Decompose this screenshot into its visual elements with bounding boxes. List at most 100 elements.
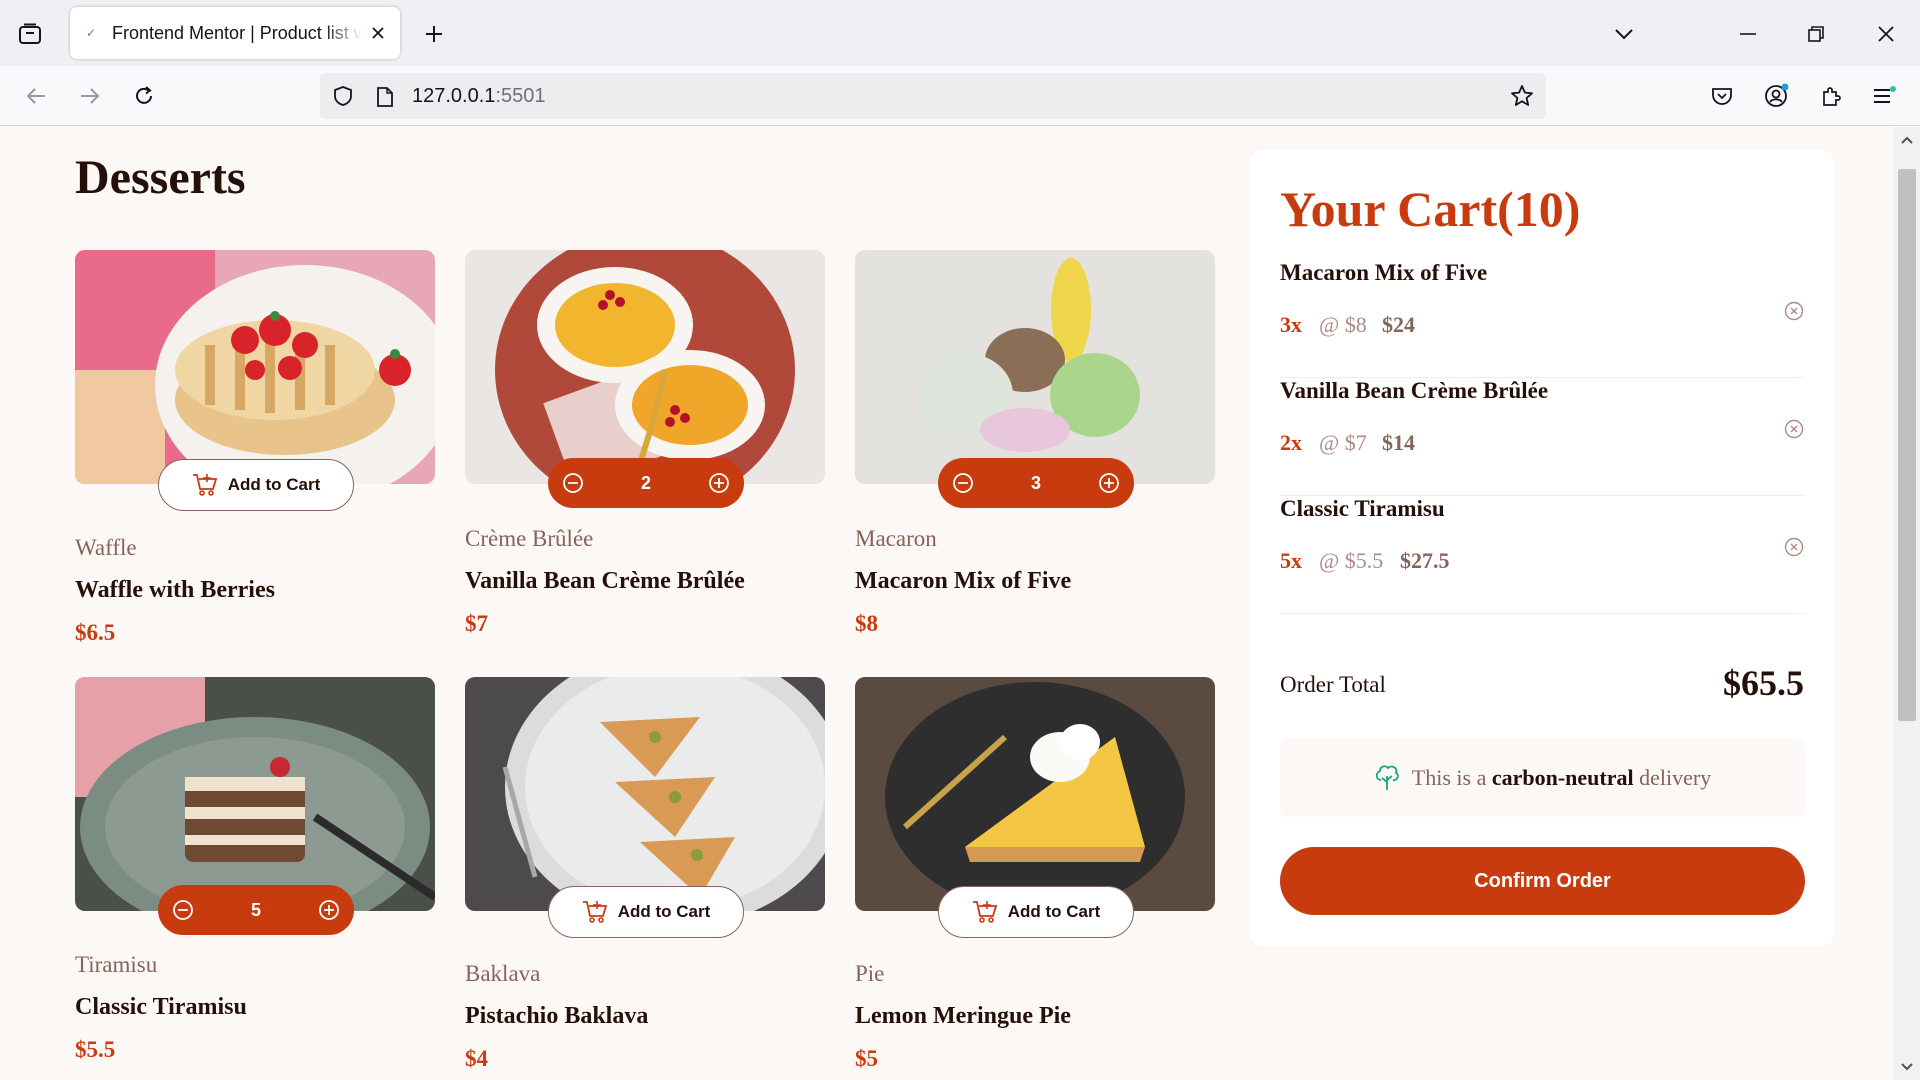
product-category: Macaron	[855, 526, 937, 551]
plus-circle-icon	[1099, 473, 1119, 493]
add-to-cart-button[interactable]: Add to Cart	[158, 459, 354, 511]
product-name: Lemon Meringue Pie	[855, 1003, 1071, 1029]
url-host: 127.0.0.1	[412, 85, 496, 107]
account-button[interactable]	[1761, 80, 1793, 112]
tab-close-button[interactable]	[368, 23, 388, 43]
add-to-cart-icon	[582, 901, 607, 923]
quantity-value: 5	[250, 899, 261, 920]
list-all-tabs-button[interactable]	[1608, 18, 1640, 50]
remove-item-icon	[1784, 301, 1804, 321]
scroll-down-button[interactable]	[1894, 1054, 1920, 1080]
increment-button[interactable]	[707, 471, 731, 495]
product-image-waffle	[75, 250, 435, 484]
hamburger-menu-icon	[1874, 86, 1896, 103]
browser-tab-active[interactable]: ✓ Frontend Mentor | Product list with ca…	[70, 7, 400, 59]
page-title: Desserts	[75, 151, 246, 204]
add-to-cart-label: Add to Cart	[227, 475, 321, 494]
product-card-waffle: Add to Cart Waffle Waffle with Berries $…	[75, 250, 435, 645]
back-button[interactable]	[20, 80, 52, 112]
decrement-button[interactable]	[951, 471, 975, 495]
cart-panel: Your Cart(10) Macaron Mix of Five 3x @ $…	[1250, 150, 1834, 946]
increment-button[interactable]	[317, 898, 341, 922]
forward-button[interactable]	[74, 80, 106, 112]
restore-window-button[interactable]	[1800, 18, 1832, 50]
cart-item-quantity: 5x	[1280, 548, 1302, 573]
increment-button[interactable]	[1097, 471, 1121, 495]
order-total-label: Order Total	[1280, 672, 1386, 697]
page-scrollbar[interactable]	[1894, 127, 1920, 1080]
product-image-pie	[855, 677, 1215, 911]
close-window-button[interactable]	[1870, 18, 1902, 50]
product-card-creme-brulee: 2 Crème Brûlée Vanilla Bean Crème Brûlée…	[465, 250, 825, 636]
app-menu-button[interactable]	[1868, 80, 1900, 112]
product-category: Pie	[855, 961, 885, 986]
cart-item-unit-price: @ $8	[1319, 312, 1367, 337]
cart-item: Macaron Mix of Five 3x @ $8 $24	[1280, 260, 1805, 378]
quantity-value: 3	[1030, 472, 1041, 493]
cart-item-total: $14	[1382, 430, 1415, 455]
decrement-button[interactable]	[561, 471, 585, 495]
browser-tab-bar: ✓ Frontend Mentor | Product list with ca…	[0, 0, 1920, 66]
account-icon	[1765, 83, 1789, 107]
product-image-baklava	[465, 677, 825, 911]
product-name: Waffle with Berries	[75, 577, 275, 603]
quantity-stepper[interactable]: 2	[548, 458, 744, 508]
minus-circle-icon	[953, 473, 973, 493]
tab-list-button[interactable]	[14, 18, 46, 50]
minus-circle-icon	[563, 473, 583, 493]
product-name: Pistachio Baklava	[465, 1003, 649, 1029]
quantity-stepper[interactable]: 3	[938, 458, 1134, 508]
tree-icon	[1375, 765, 1399, 790]
minimize-icon	[1740, 33, 1756, 35]
product-image-tiramisu	[75, 677, 435, 911]
scroll-up-button[interactable]	[1894, 127, 1920, 153]
decrement-button[interactable]	[171, 898, 195, 922]
product-card-pie: Add to Cart Pie Lemon Meringue Pie $5	[855, 677, 1215, 1071]
carbon-notice-text: This is a carbon-neutral delivery	[1412, 765, 1711, 791]
extensions-button[interactable]	[1815, 80, 1847, 112]
cart-item-quantity: 3x	[1280, 312, 1302, 337]
remove-item-button[interactable]	[1783, 536, 1805, 558]
remove-item-button[interactable]	[1783, 418, 1805, 440]
bookmark-star-icon[interactable]	[1510, 84, 1534, 108]
remove-item-button[interactable]	[1783, 300, 1805, 322]
pocket-button[interactable]	[1706, 80, 1738, 112]
shield-icon	[334, 86, 352, 106]
carbon-suffix: delivery	[1639, 765, 1712, 790]
url-port: :5501	[495, 85, 546, 107]
chevron-down-icon	[1615, 29, 1633, 40]
quantity-value: 2	[640, 472, 651, 493]
confirm-order-button[interactable]: Confirm Order	[1280, 847, 1805, 915]
cart-item: Classic Tiramisu 5x @ $5.5 $27.5	[1280, 496, 1805, 614]
add-to-cart-button[interactable]: Add to Cart	[938, 886, 1134, 938]
product-price: $5	[855, 1046, 878, 1071]
tab-title: Frontend Mentor | Product list with cart	[112, 22, 362, 43]
tab-list-icon	[19, 23, 41, 44]
add-to-cart-button[interactable]: Add to Cart	[548, 886, 744, 938]
arrow-left-icon	[26, 88, 45, 104]
scroll-up-arrow-icon	[1901, 136, 1913, 144]
quantity-stepper[interactable]: 5	[158, 885, 354, 935]
product-price: $7	[465, 611, 488, 636]
page-icon	[377, 87, 393, 107]
reload-button[interactable]	[128, 80, 160, 112]
new-tab-button[interactable]	[420, 20, 448, 48]
pocket-icon	[1712, 88, 1732, 105]
cart-item-quantity: 2x	[1280, 430, 1302, 455]
add-to-cart-label: Add to Cart	[617, 902, 711, 921]
product-name: Macaron Mix of Five	[855, 568, 1072, 594]
cart-item-total: $27.5	[1400, 548, 1450, 573]
plus-circle-icon	[709, 473, 729, 493]
browser-nav-bar: 127.0.0.1:5501	[0, 66, 1920, 126]
minimize-window-button[interactable]	[1732, 18, 1764, 50]
add-to-cart-icon	[192, 474, 217, 496]
cart-item-unit-price: @ $5.5	[1319, 548, 1384, 573]
close-icon	[372, 27, 384, 39]
puzzle-icon	[1823, 87, 1841, 106]
product-price: $6.5	[75, 620, 116, 645]
scroll-thumb[interactable]	[1898, 169, 1916, 721]
cart-item-unit-price: @ $7	[1319, 430, 1367, 455]
url-bar[interactable]: 127.0.0.1:5501	[320, 73, 1546, 119]
product-card-macaron: 3 Macaron Macaron Mix of Five $8	[855, 250, 1215, 636]
order-total-value: $65.5	[1723, 663, 1804, 703]
